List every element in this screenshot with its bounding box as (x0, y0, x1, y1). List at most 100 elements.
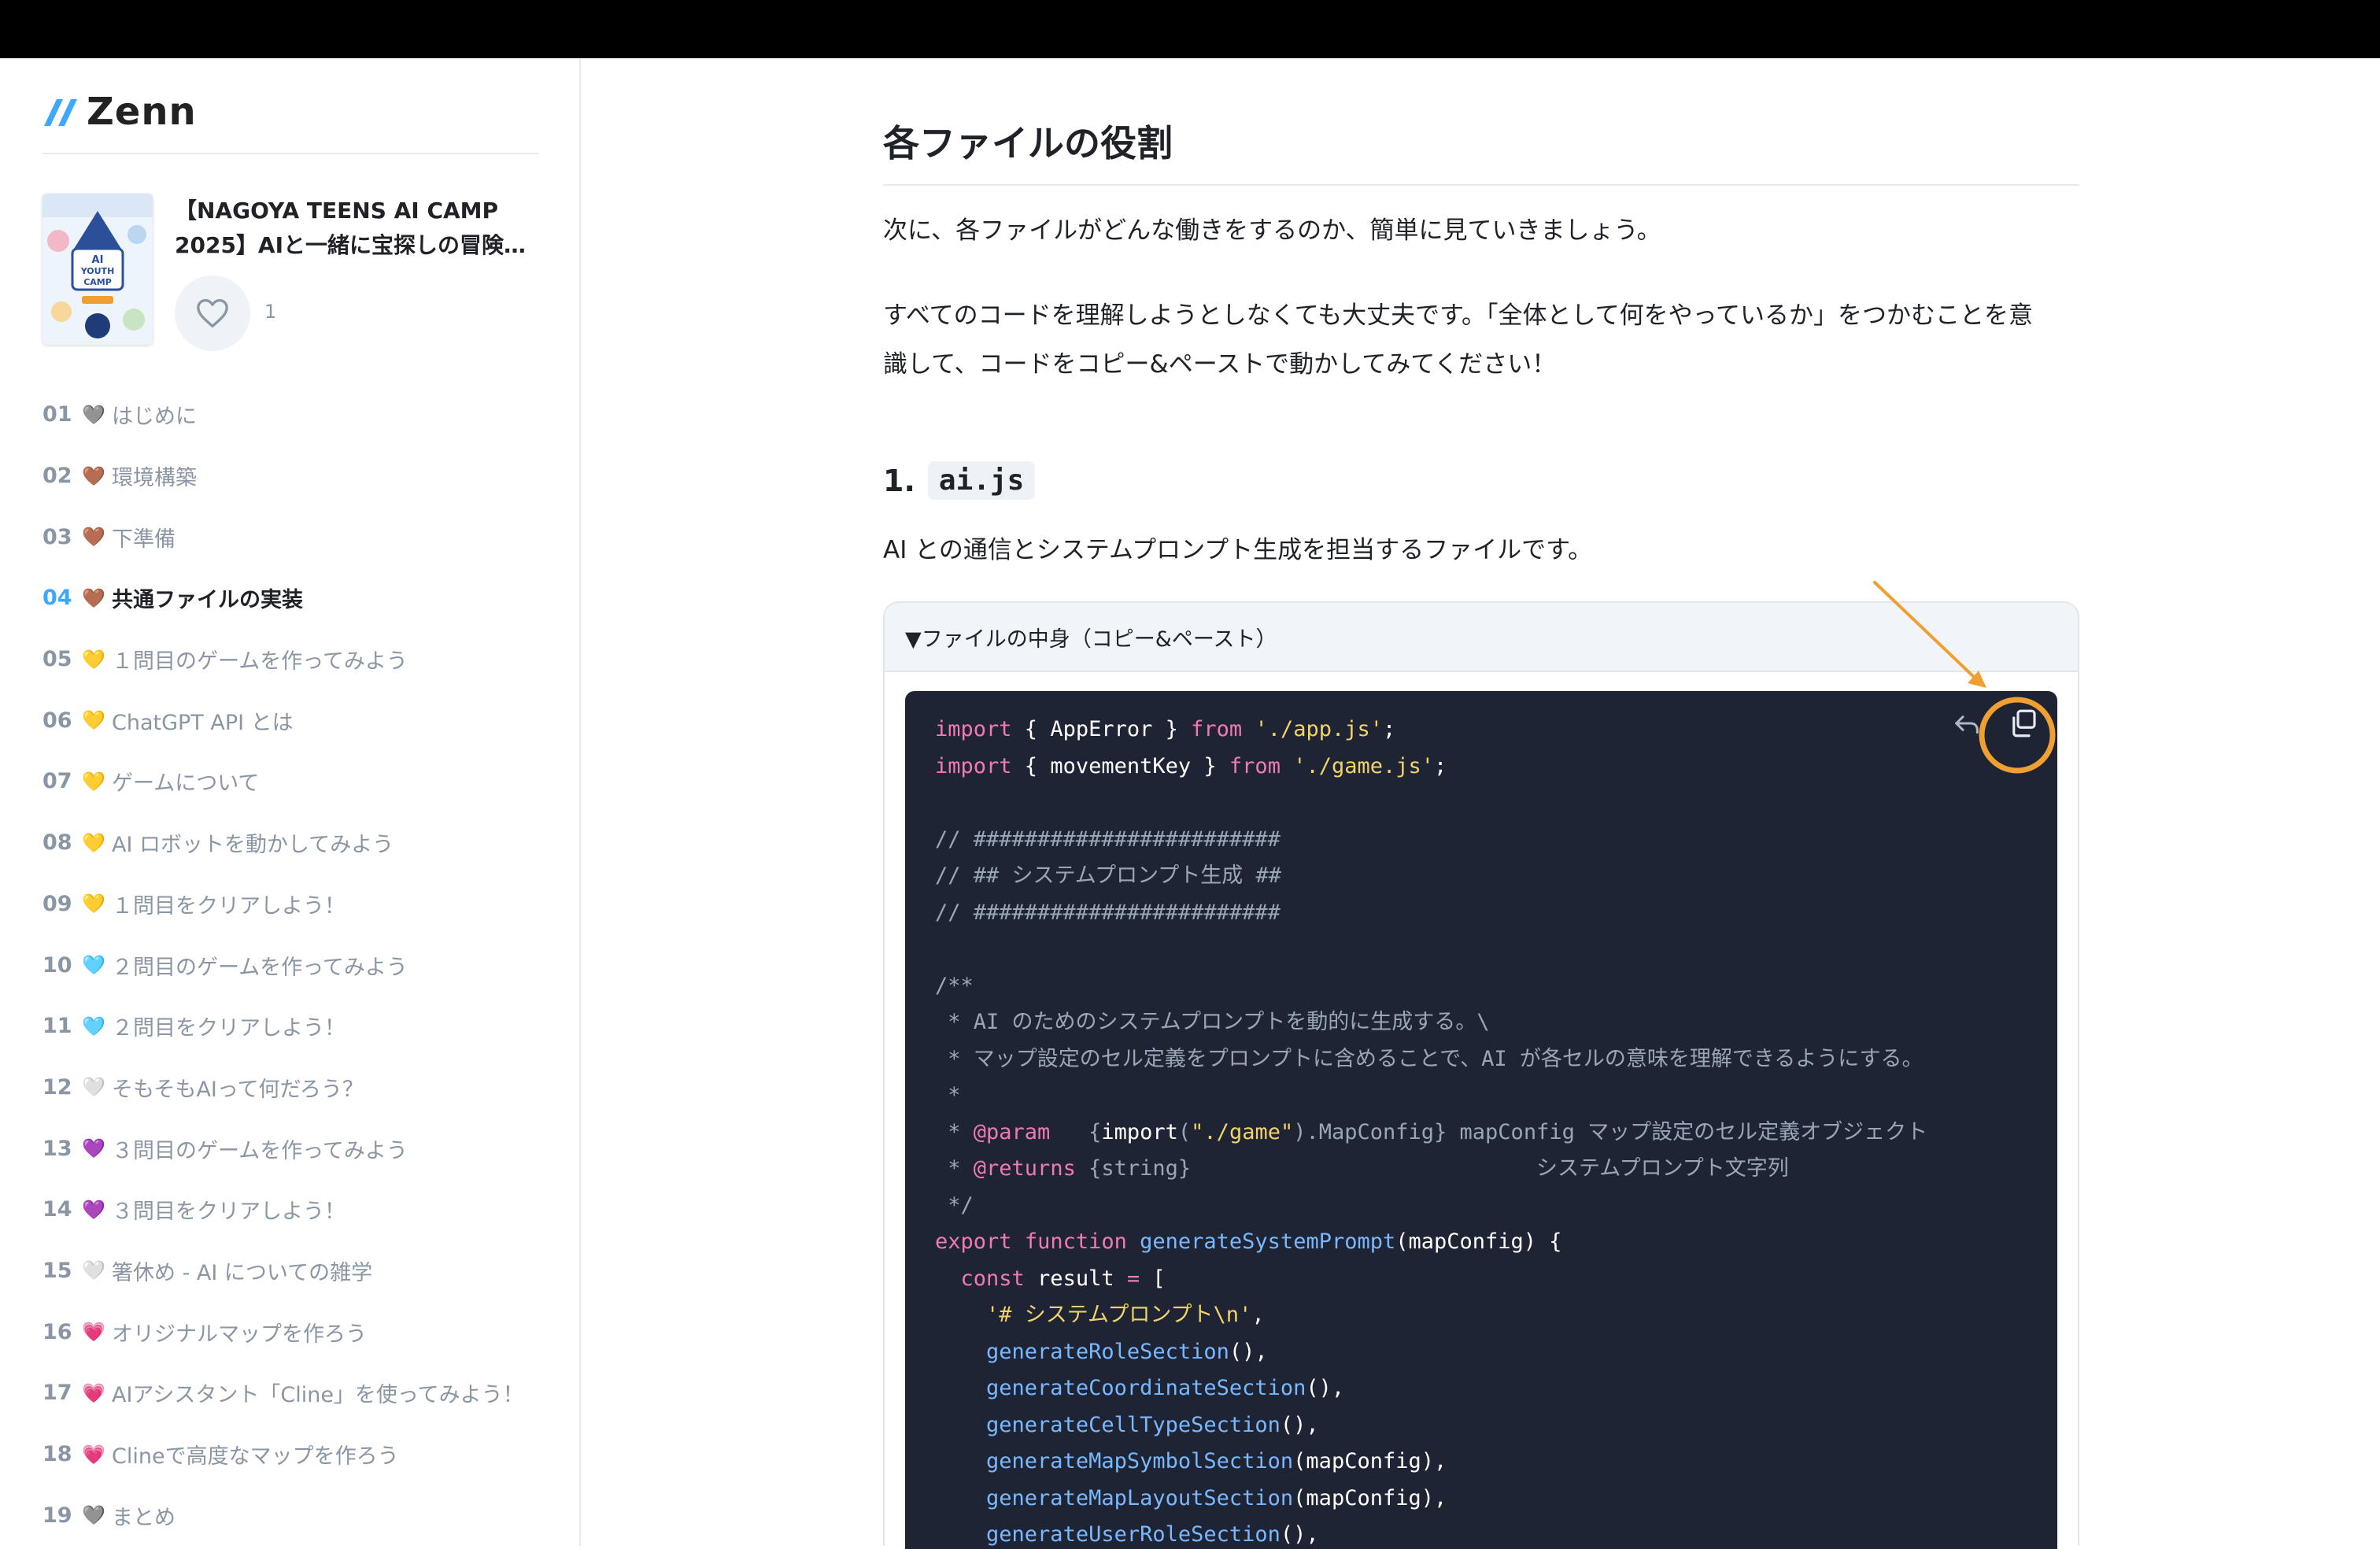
heart-emoji-icon: 💜 (82, 1137, 105, 1160)
chapter-item-09[interactable]: 09 💛 １問目をクリアしよう！ (42, 874, 546, 935)
code-line: * マップ設定のセル定義をプロンプトに含めることで、AI が各セルの意味を理解で… (935, 1041, 1927, 1078)
heart-emoji-icon: 💗 (82, 1443, 105, 1466)
heart-emoji-icon: 🩵 (82, 1015, 105, 1037)
chapter-item-03[interactable]: 03 🤎 下準備 (42, 506, 546, 567)
chapter-number: 07 (42, 769, 72, 794)
chapter-item-08[interactable]: 08 💛 AI ロボットを動かしてみよう (42, 812, 546, 874)
subsection-description: AI との通信とシステムプロンプト生成を担当するファイルです。 (883, 536, 1593, 564)
chapter-item-16[interactable]: 16 💗 オリジナルマップを作ろう (42, 1301, 546, 1362)
zenn-wordmark: Zenn (87, 90, 197, 134)
chapter-number: 13 (42, 1136, 72, 1161)
chapter-item-04[interactable]: 04 🤎 共通ファイルの実装 (42, 567, 546, 629)
code-token: * (935, 1156, 974, 1181)
chapter-item-18[interactable]: 18 💗 Clineで高度なマップを作ろう (42, 1424, 546, 1485)
chapter-title: ゲームについて (112, 771, 260, 797)
heart-emoji-icon: 💛 (82, 709, 105, 732)
heart-emoji-icon: 💛 (82, 831, 105, 854)
like-button[interactable] (175, 275, 250, 351)
sidebar-divider (42, 153, 538, 154)
book-cover-image[interactable]: AI YOUTH CAMP (42, 194, 153, 345)
code-token: import (935, 753, 1012, 778)
chapter-number: 15 (42, 1258, 72, 1283)
code-token: (mapConfig), (1293, 1485, 1447, 1510)
code-token: '# システムプロンプト\n' (986, 1303, 1252, 1327)
chapter-item-11[interactable]: 11 🩵 ２問目をクリアしよう！ (42, 996, 546, 1057)
chapter-title: まとめ (112, 1505, 176, 1530)
code-token: */ (935, 1192, 974, 1218)
code-token: (), (1229, 1339, 1268, 1364)
chapter-item-14[interactable]: 14 💜 ３問目をクリアしよう！ (42, 1179, 546, 1240)
code-token: // ######################## (935, 826, 1281, 852)
code-token: * マップ設定のセル定義をプロンプトに含めることで、AI が各セルの意味を理解で… (935, 1046, 1924, 1071)
code-line: /** (935, 968, 1927, 1005)
code-token: generateUserRoleSection (986, 1522, 1281, 1547)
code-token: ( (1177, 1119, 1192, 1144)
chapter-number: 05 (42, 647, 72, 672)
code-token: (), (1306, 1376, 1345, 1400)
chapter-item-06[interactable]: 06 💛 ChatGPT API とは (42, 689, 546, 751)
wrap-toggle-button[interactable] (1947, 704, 1986, 743)
code-token: (), (1280, 1412, 1319, 1437)
chapter-number: 18 (42, 1442, 72, 1467)
code-line: '# システムプロンプト\n', (935, 1297, 1927, 1334)
zenn-logo[interactable]: Zenn (42, 88, 197, 135)
code-line: * @param {import("./game").MapConfig} ma… (935, 1115, 1927, 1152)
code-line: generateRoleSection(), (935, 1334, 1927, 1371)
chapter-item-19[interactable]: 19 🩶 まとめ (42, 1484, 546, 1546)
code-token: generateMapSymbolSection (986, 1449, 1294, 1473)
chapter-item-05[interactable]: 05 💛 １問目のゲームを作ってみよう (42, 629, 546, 690)
code-token: generateCellTypeSection (986, 1412, 1281, 1437)
code-token: } (1152, 717, 1192, 741)
code-block: import { AppError } from './app.js'; impo… (905, 691, 2057, 1549)
code-token: generateSystemPrompt (1140, 1229, 1396, 1254)
section-heading: 各ファイルの役割 (883, 115, 2079, 186)
chapter-title: １問目をクリアしよう！ (112, 893, 346, 919)
chapter-title: ChatGPT API とは (112, 710, 294, 735)
code-token: {string} システムプロンプト文字列 (1075, 1156, 1789, 1181)
code-line: generateCoordinateSection(), (935, 1370, 1927, 1407)
code-token: = (1126, 1266, 1140, 1291)
code-line: generateCellTypeSection(), (935, 1407, 1927, 1444)
heart-icon (197, 299, 228, 327)
chapter-number: 09 (42, 891, 72, 916)
copy-code-button[interactable] (2004, 704, 2043, 743)
chapter-title: ２問目をクリアしよう！ (112, 1016, 346, 1041)
code-token: './game.js' (1293, 753, 1435, 778)
subsection-filename: ai.js (927, 461, 1036, 500)
chapter-number: 01 (42, 402, 72, 427)
chapter-title: １問目のゲームを作ってみよう (112, 649, 408, 675)
details-summary-toggle[interactable]: ▼ファイルの中身（コピー&ペースト） (885, 603, 2078, 672)
heart-emoji-icon: 🩶 (82, 1504, 105, 1527)
code-token: import (935, 717, 1012, 741)
code-token: (mapConfig) { (1395, 1229, 1562, 1254)
zenn-logo-icon (44, 99, 77, 126)
code-token: [ (1140, 1266, 1166, 1291)
code-line: // ######################## (935, 895, 1927, 932)
chapter-item-10[interactable]: 10 🩵 ２問目のゲームを作ってみよう (42, 934, 546, 996)
code-token: { (1011, 753, 1051, 778)
heart-emoji-icon: 💛 (82, 648, 105, 671)
code-token: { (1011, 717, 1051, 741)
book-title[interactable]: 【NAGOYA TEENS AI CAMP 2025】AIと一緒に宝探しの冒険… (175, 194, 537, 263)
article-main: 各ファイルの役割 次に、各ファイルがどんな働きをするのか、簡単に見ていきましょう… (581, 58, 2380, 1549)
code-token: movementKey (1050, 753, 1192, 778)
chapter-item-07[interactable]: 07 💛 ゲームについて (42, 751, 546, 812)
code-token: * (935, 1119, 974, 1144)
chapter-item-02[interactable]: 02 🤎 環境構築 (42, 445, 546, 507)
chapter-item-13[interactable]: 13 💜 ３問目のゲームを作ってみよう (42, 1118, 546, 1179)
copy-icon (2012, 709, 2036, 738)
chapter-item-12[interactable]: 12 🤍 そもそもAIって何だろう？ (42, 1057, 546, 1118)
code-token: * AI のためのシステムプロンプトを動的に生成する。\ (935, 1010, 1490, 1034)
guidance-line-1: すべてのコードを理解しようとしなくても大丈夫です。「全体として何をやっているか」… (883, 301, 2034, 330)
chapter-title: 箸休め - AI についての雑学 (112, 1260, 373, 1285)
chapter-item-01[interactable]: 01 🩶 はじめに (42, 384, 546, 445)
chapter-list: 01 🩶 はじめに 02 🤎 環境構築 03 🤎 下準備 04 🤎 共通ファイルの実装 05 💛 １問目のゲ… (42, 384, 546, 1546)
chapter-item-15[interactable]: 15 🤍 箸休め - AI についての雑学 (42, 1240, 546, 1302)
heart-emoji-icon: 🤎 (82, 586, 105, 609)
chapter-item-17[interactable]: 17 💗 AIアシスタント「Cline」を使ってみよう！ (42, 1362, 546, 1424)
code-line: */ (935, 1188, 1927, 1225)
